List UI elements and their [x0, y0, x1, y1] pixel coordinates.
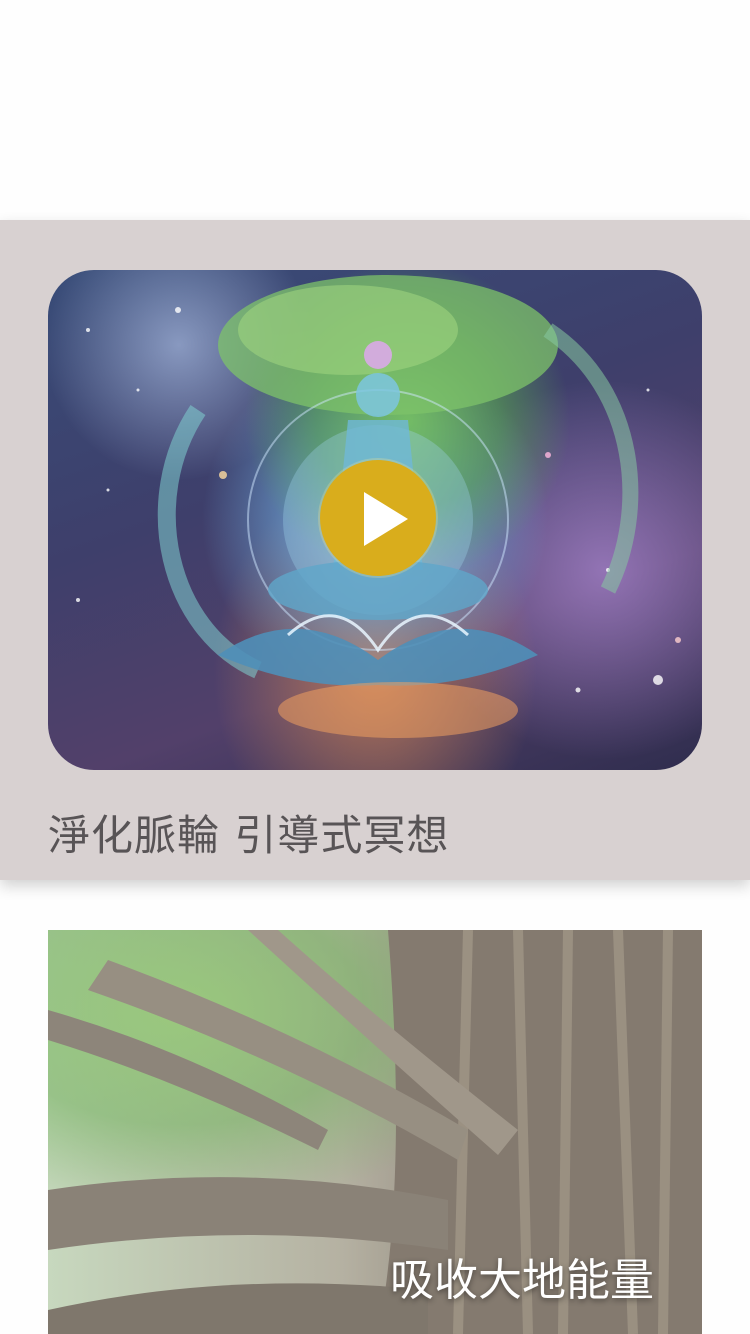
card-title: 淨化脈輪 引導式冥想	[48, 811, 450, 860]
meditation-card-chakra[interactable]: 淨化脈輪 引導式冥想	[0, 220, 750, 880]
play-icon	[364, 492, 408, 546]
play-button[interactable]	[320, 460, 436, 576]
top-blank-area	[0, 0, 750, 220]
card-title: 吸收大地能量	[390, 1255, 654, 1306]
meditation-list-screen: 淨化脈輪 引導式冥想 吸收大地能量	[0, 0, 750, 1334]
video-thumbnail[interactable]	[48, 270, 702, 770]
meditation-card-earth[interactable]: 吸收大地能量	[48, 930, 702, 1334]
